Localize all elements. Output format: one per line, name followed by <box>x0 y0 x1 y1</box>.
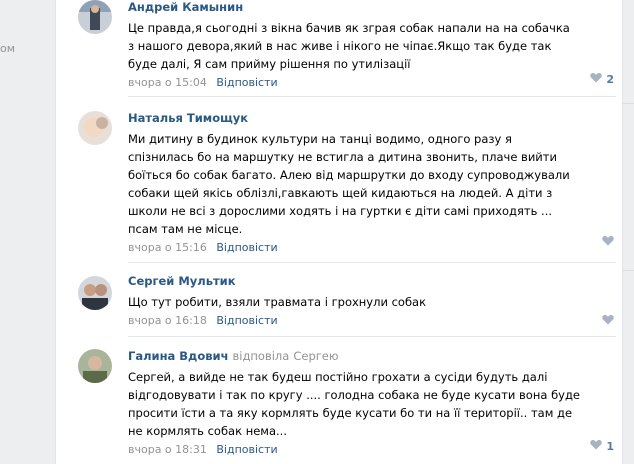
comment-text-line: Сергей, а вийде не так будеш постійно гр… <box>128 370 548 384</box>
comment-author[interactable]: Сергей Мультик <box>128 274 594 288</box>
comment-text: Що тут робити, взяли травмата і грохнули… <box>128 293 594 311</box>
sidebar-fragment: ом <box>0 42 16 55</box>
reply-link[interactable]: Відповісти <box>216 443 277 456</box>
right-divider <box>622 270 634 271</box>
comment-divider <box>128 262 616 263</box>
comment-text: Це правда,я сьогодні з вікна бачив як зг… <box>128 19 594 73</box>
like-count: 2 <box>606 72 614 86</box>
replied-to-link[interactable]: Сергею <box>293 349 338 363</box>
comment-text-line: не кормлять собак нема... <box>128 424 287 438</box>
author-name-link[interactable]: Сергей Мультик <box>128 274 236 288</box>
comment-text-line: собаки щей якісь облізлі,гавкають щей ки… <box>128 186 553 200</box>
left-sidebar-strip: ом <box>0 0 55 464</box>
comment-text-line: буде далі, Я сам прийму рішення по утилі… <box>128 57 411 71</box>
like-button[interactable] <box>602 235 614 249</box>
comment-divider <box>128 96 616 97</box>
comment-meta: вчора о 16:18 Відповісти <box>128 313 594 329</box>
right-divider <box>622 103 634 104</box>
comment-timestamp[interactable]: вчора о 16:18 <box>128 314 207 327</box>
comment-divider <box>128 336 616 337</box>
like-button[interactable] <box>602 314 614 328</box>
right-scroll-strip <box>622 0 634 464</box>
heart-icon <box>602 314 614 328</box>
heart-icon <box>602 235 614 249</box>
user-avatar[interactable] <box>78 111 112 145</box>
user-avatar[interactable] <box>78 276 112 310</box>
comment-text-line: спізнилась бо на маршутку не встигла а д… <box>128 150 557 164</box>
reply-link[interactable]: Відповісти <box>216 241 277 254</box>
comment-text-line: боїться бо собак багато. Алею від маршру… <box>128 168 570 182</box>
like-count: 1 <box>606 439 614 453</box>
heart-icon <box>590 72 603 86</box>
comment-text-line: школи не всі з дорослими ходять і на гур… <box>128 204 553 218</box>
author-name-link[interactable]: Галина Вдович <box>128 349 228 363</box>
comment-text: Ми дитину в будинок культури на танці во… <box>128 130 594 238</box>
user-avatar[interactable] <box>78 349 112 383</box>
comment-text-line: Ми дитину в будинок культури на танці во… <box>128 132 512 146</box>
comment-text: Сергей, а вийде не так будеш постійно гр… <box>128 368 594 440</box>
comment-meta: вчора о 15:04 Відповісти <box>128 75 594 91</box>
like-button[interactable]: 2 <box>590 72 614 86</box>
comments-feed: Андрей Камынин Це правда,я сьогодні з ві… <box>55 0 623 464</box>
author-name-link[interactable]: Наталья Тимощук <box>128 111 248 125</box>
comment-author[interactable]: Андрей Камынин <box>128 0 594 14</box>
author-name-link[interactable]: Андрей Камынин <box>128 0 243 14</box>
comment-author[interactable]: Галина Вдович відповіла Сергею <box>128 349 594 363</box>
like-button[interactable]: 1 <box>590 439 614 453</box>
comment-timestamp[interactable]: вчора о 15:16 <box>128 241 207 254</box>
comment-timestamp[interactable]: вчора о 18:31 <box>128 443 207 456</box>
replied-label: відповіла <box>232 349 290 363</box>
reply-link[interactable]: Відповісти <box>216 76 277 89</box>
comment-text-line: просити їсти а та яку кормлять буде куса… <box>128 406 573 420</box>
user-avatar[interactable] <box>78 0 112 34</box>
reply-link[interactable]: Відповісти <box>216 314 277 327</box>
comment-text-line: з нашого девора,який в нас живе і нікого… <box>128 39 552 53</box>
comment-meta: вчора о 18:31 Відповісти <box>128 442 594 458</box>
comment-text-line: відгодовувати і так по кругу .... голодн… <box>128 388 580 402</box>
comment-meta: вчора о 15:16 Відповісти <box>128 240 594 256</box>
comment-text-line: псам там не місце. <box>128 222 243 236</box>
comment-text-line: Що тут робити, взяли травмата і грохнули… <box>128 295 427 309</box>
comment-author[interactable]: Наталья Тимощук <box>128 111 594 125</box>
heart-icon <box>590 439 603 453</box>
comment-text-line: Це правда,я сьогодні з вікна бачив як зг… <box>128 21 570 35</box>
comment-timestamp[interactable]: вчора о 15:04 <box>128 76 207 89</box>
